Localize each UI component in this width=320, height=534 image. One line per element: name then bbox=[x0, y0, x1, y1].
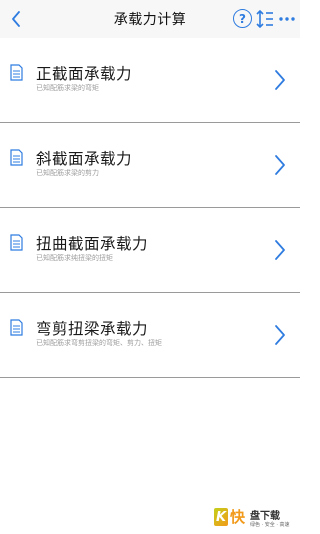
document-icon bbox=[10, 64, 23, 81]
page-title: 承载力计算 bbox=[113, 12, 187, 28]
more-dots-icon[interactable] bbox=[278, 12, 296, 26]
chevron-right-icon bbox=[275, 155, 285, 175]
item-subtitle: 已知配筋求弯剪扭梁的弯矩、剪力、扭矩 bbox=[36, 339, 162, 347]
watermark-tagline: 绿色 · 安全 · 高速 bbox=[250, 522, 290, 528]
item-title: 扭曲截面承载力 bbox=[36, 235, 149, 253]
item-subtitle: 已知配筋求梁的剪力 bbox=[36, 169, 99, 177]
sort-lines-icon[interactable] bbox=[256, 9, 274, 29]
document-icon bbox=[10, 149, 23, 166]
list-item-torsion-section[interactable]: 扭曲截面承载力 已知配筋求纯扭梁的扭矩 bbox=[0, 208, 300, 293]
item-title: 斜截面承载力 bbox=[36, 150, 133, 168]
list-item-bend-shear-torsion[interactable]: 弯剪扭梁承载力 已知配筋求弯剪扭梁的弯矩、剪力、扭矩 bbox=[0, 293, 300, 378]
help-icon: ? bbox=[239, 11, 246, 26]
chevron-right-icon bbox=[275, 325, 285, 345]
list-item-inclined-section[interactable]: 斜截面承载力 已知配筋求梁的剪力 bbox=[0, 123, 300, 208]
list-item-normal-section[interactable]: 正截面承载力 已知配筋求梁的弯矩 bbox=[0, 38, 300, 123]
help-button[interactable]: ? bbox=[233, 9, 252, 28]
calculation-list: 正截面承载力 已知配筋求梁的弯矩 斜截面承载力 已知配筋求梁的剪力 扭曲截面承载… bbox=[0, 38, 300, 378]
top-navbar: 承载力计算 ? bbox=[0, 0, 300, 38]
item-title: 正截面承载力 bbox=[36, 65, 133, 83]
item-subtitle: 已知配筋求纯扭梁的扭矩 bbox=[36, 254, 113, 262]
chevron-right-icon bbox=[275, 240, 285, 260]
document-icon bbox=[10, 234, 23, 251]
document-icon bbox=[10, 319, 23, 336]
watermark-kuai: 快 bbox=[230, 508, 246, 526]
item-title: 弯剪扭梁承载力 bbox=[36, 320, 149, 338]
chevron-right-icon bbox=[275, 70, 285, 90]
watermark-k-icon: K bbox=[214, 508, 228, 526]
watermark-logo: K 快 盘下载 绿色 · 安全 · 高速 bbox=[214, 504, 298, 532]
item-subtitle: 已知配筋求梁的弯矩 bbox=[36, 84, 99, 92]
watermark-name: 盘下载 bbox=[250, 511, 280, 522]
